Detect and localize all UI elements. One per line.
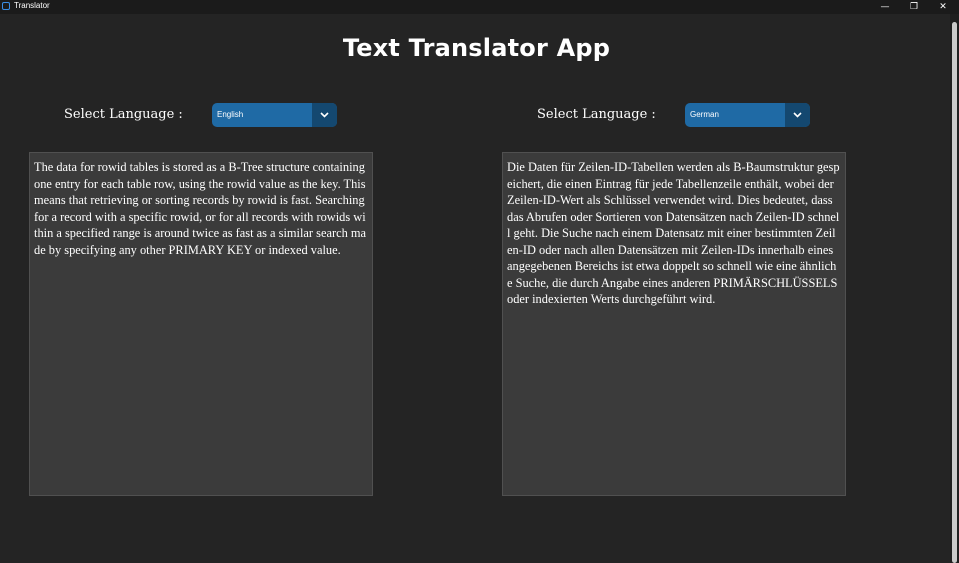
target-dropdown-arrow[interactable]: [785, 103, 810, 127]
window-scrollbar[interactable]: [950, 14, 959, 563]
target-language-label: Select Language :: [537, 107, 656, 122]
minimize-button[interactable]: —: [871, 0, 899, 14]
app-window: Translator — ❐ ✕ Text Translator App Sel…: [0, 0, 959, 563]
source-dropdown-arrow[interactable]: [312, 103, 337, 127]
source-language-value: English: [217, 110, 244, 119]
window-title: Translator: [14, 1, 50, 10]
scrollbar-thumb[interactable]: [952, 22, 957, 563]
chevron-down-icon: [793, 112, 802, 118]
source-language-dropdown[interactable]: English: [212, 103, 337, 127]
translated-text-output[interactable]: Die Daten für Zeilen-ID-Tabellen werden …: [502, 152, 846, 496]
page-title: Text Translator App: [342, 34, 611, 62]
target-language-value: German: [690, 110, 719, 119]
target-language-dropdown[interactable]: German: [685, 103, 810, 127]
source-language-label: Select Language :: [64, 107, 183, 122]
close-button[interactable]: ✕: [929, 0, 957, 14]
chevron-down-icon: [320, 112, 329, 118]
source-text-input[interactable]: The data for rowid tables is stored as a…: [29, 152, 373, 496]
maximize-button[interactable]: ❐: [900, 0, 928, 14]
title-bar: Translator — ❐ ✕: [0, 0, 959, 14]
app-icon: [2, 2, 10, 10]
